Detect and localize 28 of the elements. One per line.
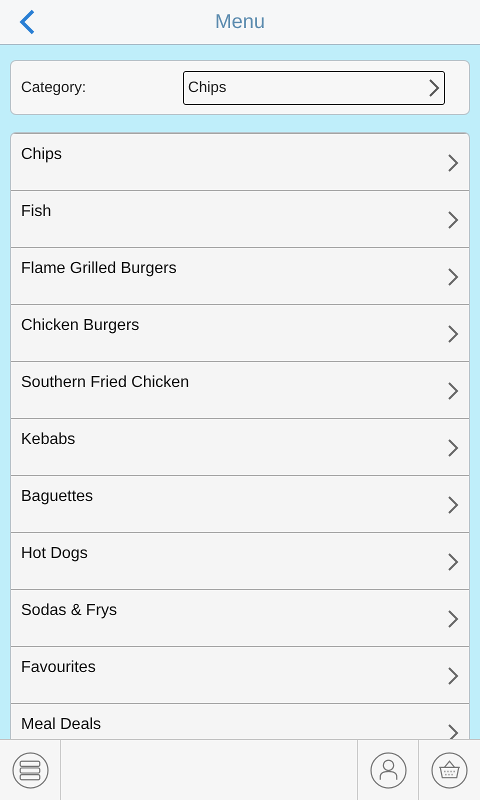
stack-icon: [12, 752, 48, 788]
page-title: Menu: [214, 10, 266, 34]
chevron-icon: [447, 210, 459, 230]
category-selector[interactable]: Chips: [183, 70, 445, 104]
menu-item[interactable]: Chips: [11, 133, 469, 190]
chevron-icon: [428, 78, 440, 98]
menu-item[interactable]: Sodas & Frys: [11, 589, 469, 646]
menu-item[interactable]: Kebabs: [11, 418, 469, 475]
chevron-icon: [447, 723, 459, 739]
category-label: Category:: [21, 79, 88, 96]
basket-icon: [431, 752, 468, 788]
menu-item[interactable]: Hot Dogs: [11, 532, 469, 589]
chevron-icon: [447, 495, 459, 515]
chevron-icon: [447, 153, 459, 173]
chevron-icon: [447, 438, 459, 458]
menu-item[interactable]: Favourites: [11, 646, 469, 703]
menu-item[interactable]: Baguettes: [11, 475, 469, 532]
menu-item[interactable]: Flame Grilled Burgers: [11, 247, 469, 304]
chevron-icon: [447, 666, 459, 686]
chevron-icon: [447, 381, 459, 401]
chevron-icon: [447, 552, 459, 572]
menu-item[interactable]: Fish: [11, 190, 469, 247]
menu-item[interactable]: Southern Fried Chicken: [11, 361, 469, 418]
person-icon: [370, 752, 406, 788]
chevron-icon: [447, 609, 459, 629]
menu-item[interactable]: Chicken Burgers: [11, 304, 469, 361]
chevron-icon: [447, 324, 459, 344]
chevron-icon: [447, 267, 459, 287]
